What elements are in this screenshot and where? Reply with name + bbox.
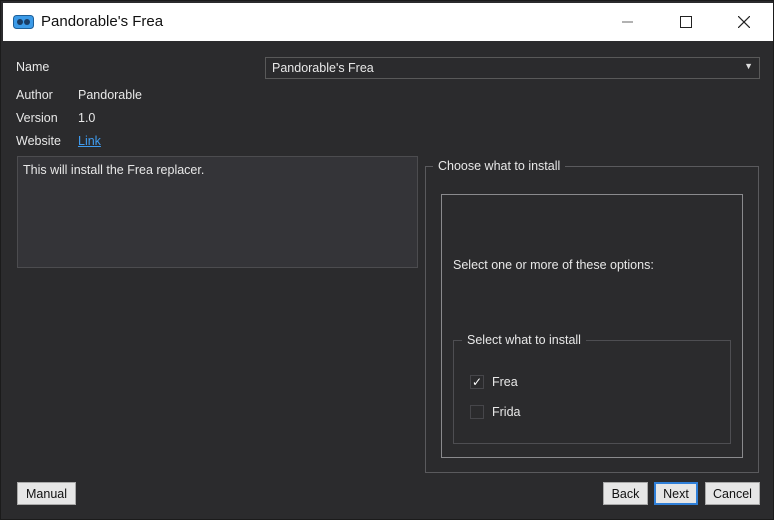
name-select-value: Pandorable's Frea [272,61,374,75]
frida-label: Frida [492,405,521,419]
name-label: Name [16,60,50,74]
choose-install-title: Choose what to install [433,159,566,173]
close-icon [738,16,750,28]
next-button[interactable]: Next [654,482,698,505]
installer-window: Pandorable's Frea Name Pandorable's Frea… [0,0,774,520]
manual-button[interactable]: Manual [17,482,76,505]
title-bar: Pandorable's Frea [3,3,773,41]
maximize-icon [680,16,692,28]
minimize-button[interactable] [599,3,657,41]
select-install-group [453,340,731,444]
description-box[interactable]: This will install the Frea replacer. [17,156,418,268]
name-select[interactable]: Pandorable's Frea ▼ [265,57,760,79]
cancel-button[interactable]: Cancel [705,482,760,505]
maximize-button[interactable] [657,3,715,41]
minimize-icon [622,21,633,23]
back-button[interactable]: Back [603,482,648,505]
frea-checkbox[interactable]: ✓ [470,375,484,389]
website-label: Website [16,134,61,148]
website-link[interactable]: Link [78,134,101,148]
frida-checkbox[interactable] [470,405,484,419]
chevron-down-icon: ▼ [744,61,753,71]
option-frea[interactable]: ✓ Frea [470,375,518,389]
app-logo-icon [13,15,34,29]
author-label: Author [16,88,53,102]
version-value: 1.0 [78,111,96,125]
close-button[interactable] [715,3,773,41]
option-frida[interactable]: Frida [470,405,520,419]
version-label: Version [16,111,58,125]
select-install-title: Select what to install [462,333,586,347]
frea-label: Frea [492,375,518,389]
options-instruction: Select one or more of these options: [453,258,654,272]
window-title: Pandorable's Frea [41,13,164,30]
author-value: Pandorable [78,88,142,102]
